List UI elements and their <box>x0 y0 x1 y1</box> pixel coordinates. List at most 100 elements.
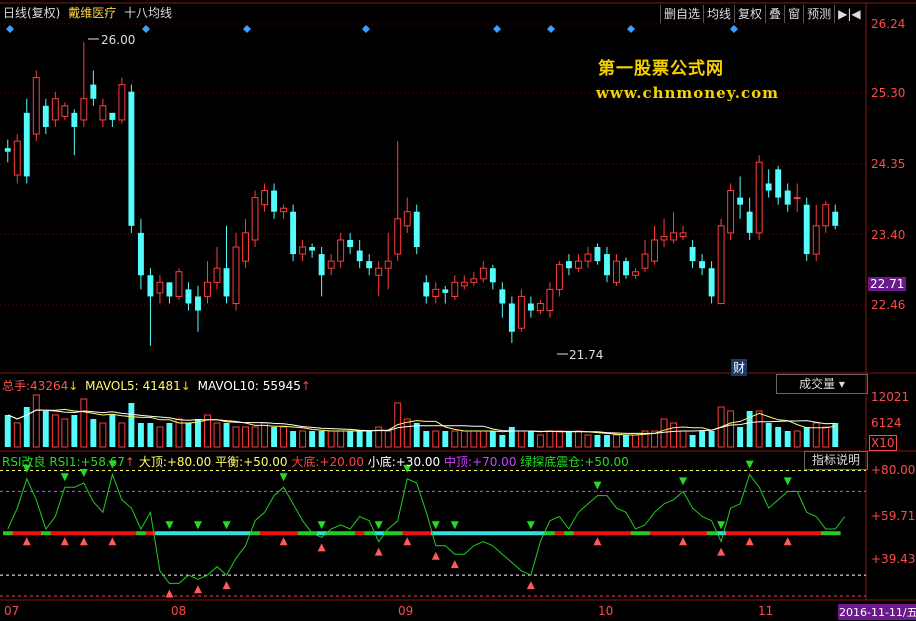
balance-segment <box>221 531 232 536</box>
balance-segment <box>88 531 99 536</box>
event-diamond <box>362 25 370 33</box>
candle-body <box>670 232 677 241</box>
balance-segment <box>12 531 23 536</box>
volume-bar <box>555 430 563 448</box>
candle-body <box>623 261 629 276</box>
candle-body <box>565 261 572 269</box>
volume-bar <box>565 431 572 447</box>
rsi-tick: +59.71 <box>871 509 916 523</box>
candle-body <box>604 254 610 276</box>
balance-segment <box>659 531 670 536</box>
balance-segment <box>164 531 175 536</box>
balance-segment <box>450 531 461 536</box>
overlay-button[interactable]: 叠 <box>765 5 784 23</box>
balance-segment <box>212 531 223 536</box>
candle-body <box>375 267 383 276</box>
volume-bar <box>479 430 487 448</box>
balance-segment <box>174 531 185 536</box>
volume-bar <box>366 431 373 447</box>
adjust-button[interactable]: 复权 <box>734 5 765 23</box>
financial-report-marker[interactable]: 财 <box>731 359 748 376</box>
volume-bar <box>775 427 782 447</box>
balance-segment <box>630 531 641 536</box>
candle-body <box>13 140 21 176</box>
candle-body <box>23 112 30 177</box>
candle-body <box>347 239 354 248</box>
candle-body <box>423 282 430 297</box>
volume-tick: 6124 <box>871 416 902 430</box>
candle-body <box>280 207 288 213</box>
balance-segment <box>183 531 194 536</box>
volume-header: 总手:43264↓ MAVOL5: 41481↓ MAVOL10: 55945↑ <box>2 377 311 394</box>
remove-watchlist-button[interactable]: 删自选 <box>660 5 703 23</box>
balance-segment <box>107 531 118 536</box>
candle-body <box>109 112 116 120</box>
balance-segment <box>231 531 242 536</box>
candle-body <box>584 253 592 262</box>
event-diamond <box>142 25 150 33</box>
volume-bar <box>699 431 706 447</box>
buy-arrow-icon <box>450 560 459 569</box>
balance-segment <box>725 531 736 536</box>
volume-bar <box>4 415 11 447</box>
sell-arrow-icon <box>79 469 88 478</box>
indicator-selector[interactable]: 成交量 ▾ <box>776 374 868 394</box>
volume-bar <box>536 434 544 448</box>
volume-bar <box>271 427 278 447</box>
volume-bar <box>99 422 107 448</box>
buy-arrow-icon <box>593 537 602 546</box>
rsi-title: RSI改良 <box>2 455 46 469</box>
candle-body <box>337 239 345 262</box>
balance-segment <box>60 531 71 536</box>
panel-toggle-button[interactable]: ▶|◀ <box>834 5 864 23</box>
ma-button[interactable]: 均线 <box>703 5 734 23</box>
volume-bar <box>737 427 744 447</box>
buy-arrow-icon <box>22 537 31 546</box>
volume-bar <box>508 427 515 447</box>
candle-body <box>185 289 192 304</box>
chart-toolbar: 删自选 均线 复权 叠 窗 预测 ▶|◀ <box>660 5 864 23</box>
volume-bar <box>32 394 40 448</box>
volume-bar <box>413 423 420 447</box>
volume-bar <box>594 435 601 447</box>
volume-bar <box>195 419 201 447</box>
candle-body <box>746 211 753 233</box>
candle-body <box>4 148 11 152</box>
candle-body <box>536 303 544 312</box>
small-bottom-value: +30.00 <box>395 455 441 469</box>
volume-bar <box>80 398 88 448</box>
event-diamond <box>730 25 738 33</box>
volume-bar <box>812 422 820 448</box>
candle-body <box>479 267 487 280</box>
top-label: 大顶: <box>138 455 167 469</box>
high-price-label: 26.00 <box>101 33 136 47</box>
forecast-button[interactable]: 预测 <box>803 5 834 23</box>
volume-bar <box>71 415 78 447</box>
volume-bar <box>318 431 325 447</box>
sell-arrow-icon <box>165 521 174 530</box>
candle-body <box>118 84 126 121</box>
window-button[interactable]: 窗 <box>784 5 803 23</box>
balance-segment <box>754 531 765 536</box>
candle-body <box>223 268 230 297</box>
sell-arrow-icon <box>679 477 688 486</box>
candle-body <box>413 211 420 248</box>
buy-arrow-icon <box>193 585 202 594</box>
balance-segment <box>297 531 308 536</box>
candle-body <box>90 84 97 99</box>
candle-body <box>261 190 269 206</box>
balance-segment <box>411 531 423 536</box>
balance-segment <box>678 531 689 536</box>
candle-body <box>366 261 373 269</box>
indicator-name[interactable]: 十八均线 <box>124 6 172 20</box>
balance-segment <box>820 531 832 536</box>
period-label[interactable]: 日线(复权) <box>3 6 60 20</box>
indicator-help-button[interactable]: 指标说明 <box>804 451 868 470</box>
candle-body <box>784 190 791 205</box>
candle-body <box>651 239 658 262</box>
event-diamond <box>627 25 635 33</box>
buy-arrow-icon <box>374 547 383 556</box>
volume-bar <box>261 422 269 448</box>
candle-body <box>299 246 307 255</box>
volume-bar <box>118 422 126 448</box>
